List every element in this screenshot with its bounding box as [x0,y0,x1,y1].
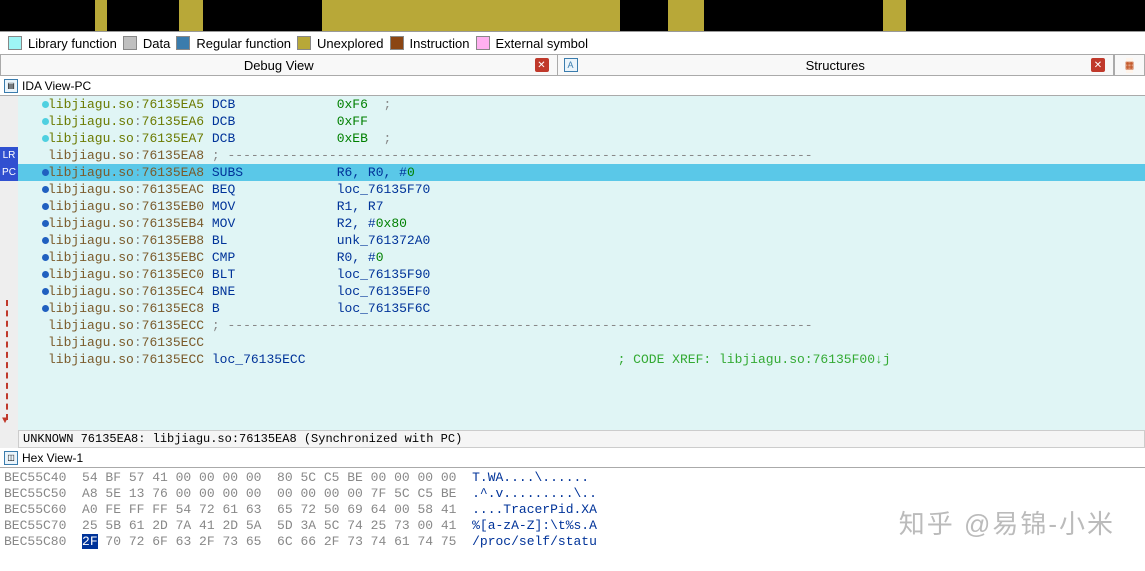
tab-structures[interactable]: A Structures ✕ [558,55,1115,75]
gutter: LR ▼ PC [0,96,18,448]
tab-row: Debug View ✕ A Structures ✕ ▦ [0,54,1145,76]
hex-line[interactable]: BEC55C80 2F 70 72 6F 63 2F 73 65 6C 66 2… [4,534,1141,550]
struct-icon: A [564,58,578,72]
legend-label: External symbol [496,36,588,51]
tab-label: Debug View [244,58,314,73]
disasm-line[interactable]: libjiagu.so:76135EC0 BLT loc_76135F90 [18,266,1145,283]
breakpoint-dot[interactable] [42,288,49,295]
disasm-line[interactable]: libjiagu.so:76135EC8 B loc_76135F6C [18,300,1145,317]
disasm-line[interactable]: libjiagu.so:76135EA5 DCB 0xF6 ; [18,96,1145,113]
overview-segment[interactable] [203,0,322,31]
overview-segment[interactable] [0,0,95,31]
legend-swatch [476,36,490,50]
breakpoint-dot[interactable] [42,186,49,193]
breakpoint-dot[interactable] [42,271,49,278]
breakpoint-dot[interactable] [42,101,49,108]
legend-label: Regular function [196,36,291,51]
legend-label: Data [143,36,170,51]
breakpoint-dot[interactable] [42,237,49,244]
view-title-text: Hex View-1 [22,451,83,465]
disasm-line[interactable]: libjiagu.so:76135EA8 ; -----------------… [18,147,1145,164]
tab-extra[interactable]: ▦ [1114,55,1144,75]
disasm-line[interactable]: libjiagu.so:76135EB8 BL unk_761372A0 [18,232,1145,249]
legend-swatch [8,36,22,50]
legend-swatch [176,36,190,50]
disasm-line[interactable]: libjiagu.so:76135EA6 DCB 0xFF [18,113,1145,130]
legend-label: Unexplored [317,36,384,51]
hex-line[interactable]: BEC55C50 A8 5E 13 76 00 00 00 00 00 00 0… [4,486,1141,502]
overview-segment[interactable] [179,0,203,31]
disasm-line[interactable]: libjiagu.so:76135EBC CMP R0, #0 [18,249,1145,266]
breakpoint-dot[interactable] [42,305,49,312]
tab-debug-view[interactable]: Debug View ✕ [1,55,558,75]
table-icon: ▦ [1126,58,1134,73]
disasm-line[interactable]: libjiagu.so:76135ECC loc_76135ECC ; CODE… [18,351,1145,368]
disasm-line[interactable]: libjiagu.so:76135EA8 SUBS R6, R0, #0 [18,164,1145,181]
breakpoint-dot[interactable] [42,169,49,176]
disasm-line[interactable]: libjiagu.so:76135EB4 MOV R2, #0x80 [18,215,1145,232]
overview-segment[interactable] [95,0,107,31]
breakpoint-dot[interactable] [42,118,49,125]
legend-label: Library function [28,36,117,51]
status-bar: UNKNOWN 76135EA8: libjiagu.so:76135EA8 (… [18,430,1145,448]
overview-segment[interactable] [883,0,907,31]
hex-line[interactable]: BEC55C60 A0 FE FF FF 54 72 61 63 65 72 5… [4,502,1141,518]
lr-badge: LR [0,147,18,164]
hex-line[interactable]: BEC55C70 25 5B 61 2D 7A 41 2D 5A 5D 3A 5… [4,518,1141,534]
disasm-line[interactable]: libjiagu.so:76135EC4 BNE loc_76135EF0 [18,283,1145,300]
breakpoint-dot[interactable] [42,203,49,210]
overview-segment[interactable] [620,0,668,31]
close-icon[interactable]: ✕ [535,58,549,72]
hex-view-title-bar: ◫ Hex View-1 [0,448,1145,468]
view-title-text: IDA View-PC [22,79,91,93]
tab-label: Structures [806,58,865,73]
disasm-line[interactable]: libjiagu.so:76135EB0 MOV R1, R7 [18,198,1145,215]
disasm-line[interactable]: libjiagu.so:76135EA7 DCB 0xEB ; [18,130,1145,147]
hex-icon: ◫ [4,451,18,465]
legend-swatch [123,36,137,50]
jump-arrow [6,300,8,420]
overview-segment[interactable] [906,0,1145,31]
close-icon[interactable]: ✕ [1091,58,1105,72]
breakpoint-dot[interactable] [42,135,49,142]
arrow-head-icon: ▼ [2,416,8,427]
disasm-line[interactable]: libjiagu.so:76135ECC ; -----------------… [18,317,1145,334]
pc-badge: PC [0,164,18,181]
legend-swatch [390,36,404,50]
hex-view[interactable]: BEC55C40 54 BF 57 41 00 00 00 00 80 5C C… [0,468,1145,552]
overview-segment[interactable] [668,0,704,31]
overview-bar[interactable] [0,0,1145,32]
overview-segment[interactable] [107,0,179,31]
view-icon: ▤ [4,79,18,93]
disasm-view[interactable]: LR ▼ PC libjiagu.so:76135EA5 DCB 0xF6 ;l… [0,96,1145,448]
ida-view-title-bar: ▤ IDA View-PC [0,76,1145,96]
legend-bar: Library function Data Regular function Unex… [0,32,1145,54]
breakpoint-dot[interactable] [42,254,49,261]
hex-line[interactable]: BEC55C40 54 BF 57 41 00 00 00 00 80 5C C… [4,470,1141,486]
legend-swatch [297,36,311,50]
legend-label: Instruction [410,36,470,51]
overview-segment[interactable] [704,0,883,31]
disasm-line[interactable]: libjiagu.so:76135ECC [18,334,1145,351]
breakpoint-dot[interactable] [42,220,49,227]
disasm-line[interactable]: libjiagu.so:76135EAC BEQ loc_76135F70 [18,181,1145,198]
overview-segment[interactable] [322,0,620,31]
